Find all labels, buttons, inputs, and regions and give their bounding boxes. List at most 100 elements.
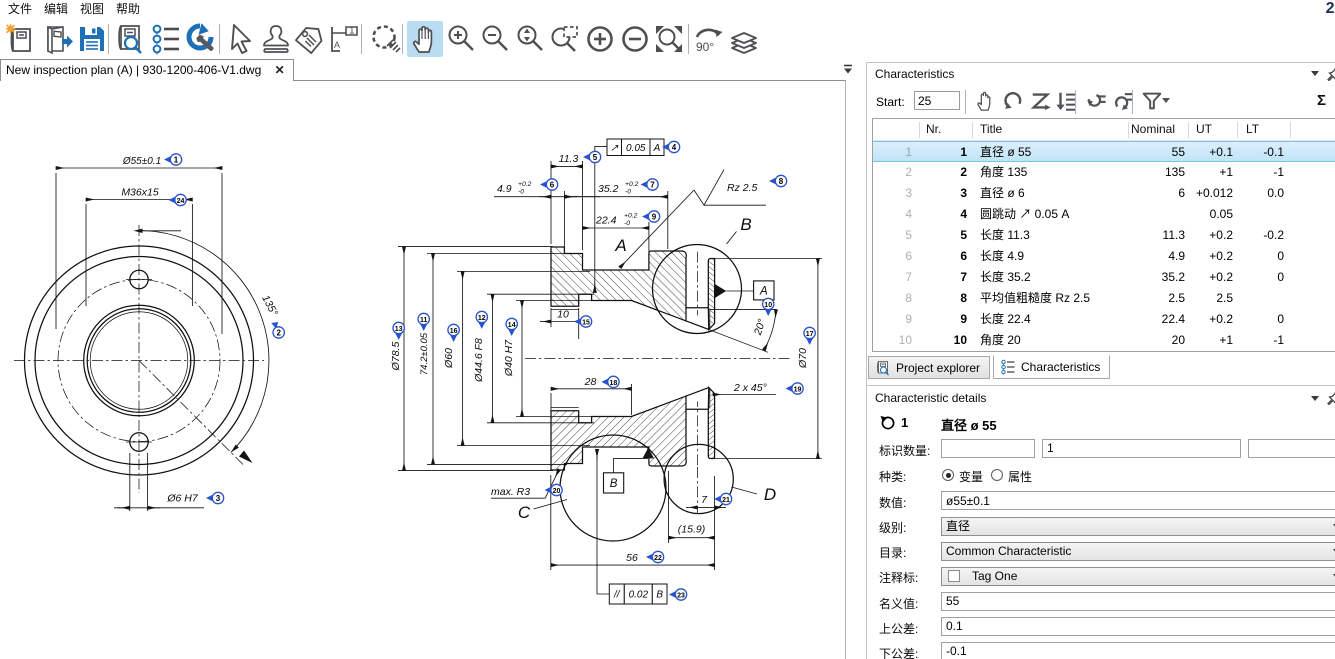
menu-help[interactable]: 帮助: [110, 1, 146, 17]
balloon-22[interactable]: 22: [646, 551, 664, 562]
update-button[interactable]: [182, 21, 218, 57]
balloon-12[interactable]: 12: [476, 311, 487, 329]
zigzag-order-icon[interactable]: [1028, 88, 1054, 114]
catalog-combo[interactable]: Common Characteristic: [941, 542, 1335, 561]
radio-attribute[interactable]: [991, 469, 1003, 481]
zoom-window-button[interactable]: [547, 21, 583, 57]
rotate-90-button[interactable]: [691, 21, 727, 57]
select-tool-button[interactable]: [224, 21, 260, 57]
balloon-13[interactable]: 13: [393, 322, 404, 340]
column-header-nr[interactable]: Nr.: [919, 119, 967, 140]
column-header-title[interactable]: Title: [980, 119, 1128, 140]
new-inspection-plan-button[interactable]: [3, 21, 39, 57]
layers-button[interactable]: [726, 21, 762, 57]
balloon-6[interactable]: 6: [540, 179, 558, 190]
radio-variable-label[interactable]: 变量: [959, 468, 983, 485]
tab-close-icon[interactable]: ✕: [275, 60, 285, 80]
zoom-out-button[interactable]: [477, 21, 513, 57]
sketch-region-button[interactable]: [367, 21, 403, 57]
table-row-8[interactable]: 88平均值粗糙度 Rz 2.52.52.5: [873, 288, 1335, 309]
menu-view[interactable]: 视图: [74, 1, 110, 17]
menu-edit[interactable]: 编辑: [38, 1, 74, 17]
balloon-19[interactable]: 19: [786, 383, 804, 394]
balloon-16[interactable]: 16: [448, 324, 459, 342]
column-header-nominal[interactable]: Nominal: [1128, 119, 1185, 140]
balloon-14[interactable]: 14: [506, 318, 517, 336]
balloon-8[interactable]: 8: [769, 175, 787, 186]
table-row-5[interactable]: 55长度 11.311.3+0.2-0.2: [873, 225, 1335, 246]
shrink-button[interactable]: [617, 21, 653, 57]
upper-tol-input[interactable]: [941, 617, 1335, 636]
balloon-3[interactable]: 3: [206, 492, 224, 503]
value-input[interactable]: [941, 491, 1335, 510]
save-button[interactable]: [74, 21, 110, 57]
stamp-tool-button[interactable]: [258, 21, 294, 57]
balloon-tool-button[interactable]: [326, 21, 362, 57]
view-label-C: C: [518, 503, 531, 522]
balloon-24[interactable]: 24: [169, 194, 187, 205]
sigma-icon[interactable]: Σ: [1317, 92, 1326, 109]
id-count-input-2[interactable]: [1042, 439, 1241, 458]
tab-list-menu-icon[interactable]: [842, 63, 854, 75]
zoom-fit-button[interactable]: [651, 21, 687, 57]
balloon-9[interactable]: 9: [642, 211, 660, 222]
cell-lt: 0: [1237, 267, 1284, 288]
id-count-input-3[interactable]: [1248, 439, 1335, 458]
open-inspection-plan-button[interactable]: [40, 21, 76, 57]
balloon-23[interactable]: 23: [669, 589, 687, 600]
pan-tool-button[interactable]: [407, 21, 443, 57]
characteristics-list-button[interactable]: [148, 21, 184, 57]
balloon-15[interactable]: 15: [574, 316, 592, 327]
id-count-input-1[interactable]: [941, 439, 1035, 458]
zoom-in-button[interactable]: [443, 21, 479, 57]
filter-caret-icon[interactable]: [1162, 98, 1170, 103]
table-row-9[interactable]: 99长度 22.422.4+0.20: [873, 309, 1335, 330]
document-tab[interactable]: New inspection plan (A) | 930-1200-406-V…: [0, 59, 294, 81]
lower-tol-input[interactable]: [941, 642, 1335, 659]
radio-attribute-label[interactable]: 属性: [1008, 468, 1032, 485]
rotate-order-icon[interactable]: [1000, 88, 1026, 114]
level-combo[interactable]: 直径: [941, 517, 1335, 536]
details-menu-caret-icon[interactable]: [1311, 396, 1319, 401]
start-input[interactable]: [914, 91, 960, 110]
cell-title: 角度 135: [980, 162, 1128, 183]
table-row-2[interactable]: 22角度 135135+1-1: [873, 162, 1335, 183]
column-header-ut[interactable]: UT: [1188, 119, 1233, 140]
enlarge-button[interactable]: [582, 21, 618, 57]
tag-one-checkbox[interactable]: [948, 570, 960, 582]
table-row-4[interactable]: 44圆跳动 ↗ 0.05 A0.05: [873, 204, 1335, 225]
project-explorer-button[interactable]: [112, 21, 148, 57]
column-header-lt[interactable]: LT: [1237, 119, 1284, 140]
balloon-11[interactable]: 11: [418, 313, 429, 331]
balloon-10[interactable]: 10: [763, 298, 774, 316]
renumber-start-icon[interactable]: [1083, 88, 1109, 114]
balloon-17[interactable]: 17: [804, 327, 815, 345]
tags-combo[interactable]: Tag One: [941, 567, 1335, 586]
balloon-7[interactable]: 7: [641, 179, 659, 190]
balloon-1[interactable]: 1: [164, 154, 182, 165]
table-row-3[interactable]: 33直径 ø 66+0.0120.0: [873, 183, 1335, 204]
radio-variable[interactable]: [942, 469, 954, 481]
new-icon: [5, 23, 37, 55]
tab-characteristics[interactable]: Characteristics: [993, 355, 1110, 379]
tab-project-explorer[interactable]: Project explorer: [868, 356, 990, 379]
svg-text:5: 5: [593, 153, 598, 162]
nominal-input[interactable]: [941, 592, 1335, 611]
table-row-1[interactable]: 11直径 ø 5555+0.1-0.1: [873, 141, 1335, 162]
balloon-4[interactable]: 4: [662, 141, 680, 152]
panel-pin-icon[interactable]: [1327, 65, 1335, 81]
balloon-2[interactable]: 2: [271, 322, 284, 338]
table-row-7[interactable]: 77长度 35.235.2+0.20: [873, 267, 1335, 288]
table-row-10[interactable]: 1010角度 2020+1-1: [873, 330, 1335, 351]
menu-file[interactable]: 文件: [2, 1, 38, 17]
balloon-5[interactable]: 5: [583, 151, 601, 162]
details-pin-icon[interactable]: [1327, 389, 1335, 405]
balloon-21[interactable]: 21: [714, 493, 732, 504]
balloon-18[interactable]: 18: [601, 376, 619, 387]
table-row-6[interactable]: 66长度 4.94.9+0.20: [873, 246, 1335, 267]
panel-menu-caret-icon[interactable]: [1311, 71, 1319, 76]
tag-tool-button[interactable]: [292, 21, 328, 57]
drawing-canvas[interactable]: Ø55±0.1M36x15135°Ø6 H711.34.935.222.4Rz …: [0, 80, 846, 659]
zoom-dynamic-button[interactable]: [512, 21, 548, 57]
pick-hand-icon[interactable]: [972, 88, 998, 114]
